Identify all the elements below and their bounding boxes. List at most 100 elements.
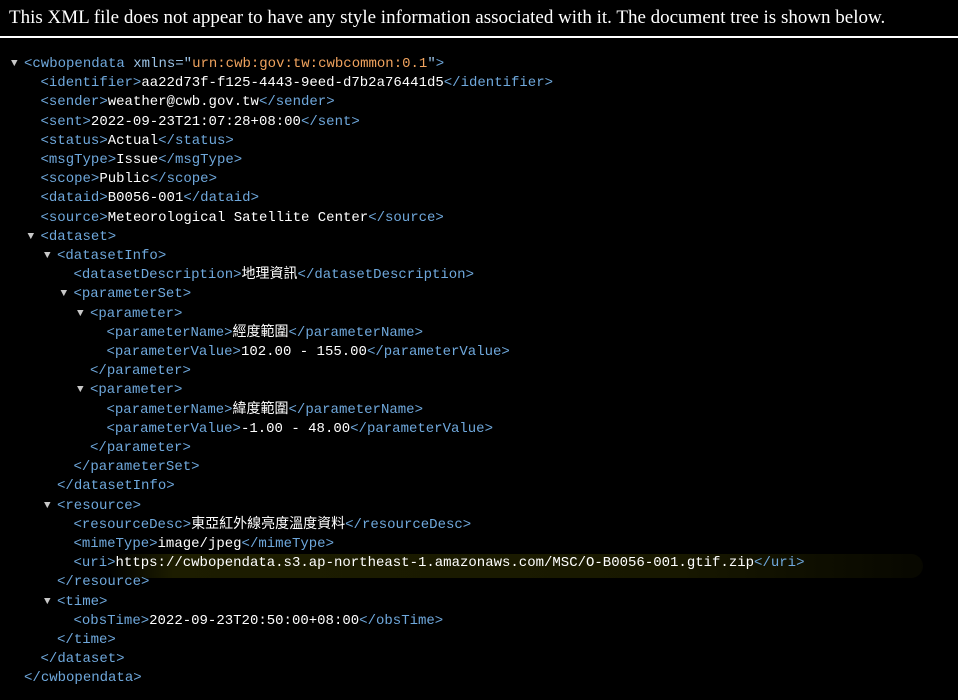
- tag-bracket: >: [182, 516, 192, 533]
- tag-bracket: <: [40, 152, 49, 168]
- collapse-toggle-icon[interactable]: ▼: [28, 228, 41, 247]
- tag-bracket: </: [297, 267, 315, 284]
- collapse-toggle-icon[interactable]: ▼: [44, 593, 57, 612]
- element-text: aa22d73f-f125-4443-9eed-d7b2a76441d5: [141, 75, 444, 92]
- collapse-toggle-icon[interactable]: ▼: [44, 247, 57, 266]
- xml-line-parameterName: <parameterName>經度範圍</parameterName>: [107, 324, 423, 343]
- xml-line-sender: <sender>weather@cwb.gov.tw</sender>: [41, 93, 335, 112]
- tag-bracket: >: [107, 555, 116, 572]
- tag-bracket: </: [183, 190, 201, 207]
- closing-tag-name: parameterSet: [90, 459, 192, 476]
- collapse-toggle-icon[interactable]: ▼: [77, 381, 90, 400]
- tag-bracket: >: [435, 56, 445, 72]
- closing-tag-name: time: [73, 632, 108, 648]
- element-text: Meteorological Satellite Center: [107, 209, 369, 226]
- closing-tag-name: dataid: [200, 190, 251, 207]
- tag-bracket: >: [99, 190, 108, 207]
- tag-bracket: </: [158, 132, 175, 149]
- element-text: Issue: [116, 152, 159, 168]
- attribute-name: xmlns: [133, 56, 176, 72]
- tag-bracket: </: [241, 536, 259, 552]
- tag-name: obsTime: [81, 612, 141, 629]
- tag-bracket: >: [182, 286, 192, 303]
- xml-line-parameterValue: <parameterValue>102.00 - 155.00</paramet…: [107, 343, 510, 362]
- closing-tag-name: parameterName: [305, 324, 415, 341]
- xml-line-time: </time>: [57, 631, 116, 650]
- collapse-toggle-icon[interactable]: ▼: [61, 285, 74, 304]
- closing-tag-name: obsTime: [375, 612, 435, 629]
- collapse-toggle-icon[interactable]: ▼: [11, 55, 24, 74]
- xml-line-obsTime: <obsTime>2022-09-23T20:50:00+08:00</obsT…: [74, 612, 444, 631]
- tag-bracket: <: [73, 267, 82, 284]
- xml-line-resource: </resource>: [57, 573, 149, 592]
- tag-bracket: <: [40, 228, 49, 245]
- tag-bracket: </: [57, 478, 74, 495]
- tag-bracket: >: [435, 209, 444, 226]
- element-text: https://cwbopendata.s3.ap-northeast-1.am…: [115, 555, 755, 572]
- tag-bracket: <: [40, 94, 49, 111]
- tag-bracket: </: [754, 555, 771, 572]
- tag-name: dataset: [48, 228, 108, 245]
- closing-tag-name: uri: [770, 555, 797, 572]
- closing-tag-name: identifier: [460, 75, 545, 92]
- tag-bracket: >: [225, 132, 234, 149]
- tag-name: parameterValue: [114, 344, 233, 360]
- xml-line-parameter: ▼ <parameter>: [77, 305, 182, 324]
- tag-bracket: >: [232, 344, 241, 360]
- tag-bracket: <: [73, 286, 82, 303]
- closing-tag-name: parameter: [106, 363, 183, 380]
- style-info-banner: This XML file does not appear to have an…: [9, 7, 886, 28]
- xml-line-parameter: </parameter>: [90, 439, 191, 458]
- tag-bracket: >: [325, 536, 334, 552]
- tag-bracket: >: [174, 382, 183, 399]
- tag-bracket: >: [224, 401, 233, 418]
- tag-bracket: >: [132, 497, 142, 514]
- tag-bracket: >: [224, 324, 233, 341]
- xml-line-dataid: <dataid>B0056-001</dataid>: [41, 189, 260, 208]
- tag-bracket: <: [106, 344, 115, 360]
- tag-bracket: >: [166, 478, 175, 495]
- closing-tag-name: dataset: [57, 651, 117, 668]
- xml-line-scope: <scope>Public</scope>: [41, 170, 217, 189]
- element-text: 102.00 - 155.00: [240, 344, 367, 360]
- xml-line-status: <status>Actual</status>: [41, 132, 234, 151]
- tag-bracket: </: [368, 209, 385, 226]
- tag-name: source: [48, 209, 100, 226]
- collapse-toggle-icon[interactable]: ▼: [77, 305, 90, 324]
- tag-bracket: >: [107, 152, 117, 168]
- tag-name: sender: [48, 94, 100, 111]
- tag-name: msgType: [48, 152, 108, 168]
- tag-bracket: >: [484, 420, 493, 437]
- tag-name: identifier: [48, 75, 133, 92]
- xml-line-parameter: </parameter>: [90, 362, 191, 381]
- tag-bracket: </: [158, 152, 175, 168]
- tag-bracket: >: [232, 420, 241, 437]
- closing-tag-name: cwbopendata: [40, 670, 134, 687]
- tag-name: sent: [48, 113, 83, 130]
- collapse-toggle-icon[interactable]: ▼: [44, 497, 57, 516]
- xml-line-msgType: <msgType>Issue</msgType>: [41, 151, 243, 170]
- xml-line-resourceDesc: <resourceDesc>東亞紅外線亮度溫度資料</resourceDesc>: [74, 516, 472, 535]
- element-text: 緯度範圍: [232, 401, 289, 418]
- tag-bracket: >: [140, 612, 150, 629]
- tag-bracket: >: [434, 612, 444, 629]
- tag-name: parameter: [98, 382, 175, 399]
- xml-line-cwbopendata: </cwbopendata>: [24, 669, 142, 688]
- xml-line-resource: ▼ <resource>: [44, 497, 141, 516]
- tag-bracket: <: [40, 190, 49, 207]
- element-text: -1.00 - 48.00: [240, 420, 351, 437]
- xml-line-dataset: ▼ <dataset>: [28, 228, 117, 247]
- tag-bracket: </: [258, 94, 276, 111]
- xml-line-time: ▼ <time>: [44, 593, 107, 612]
- xml-line-parameterValue: <parameterValue>-1.00 - 48.00</parameter…: [107, 420, 494, 439]
- xml-line-dataset: </dataset>: [41, 650, 125, 669]
- tag-bracket: <: [40, 75, 49, 92]
- tag-bracket: >: [208, 171, 217, 188]
- tag-bracket: >: [133, 670, 142, 687]
- closing-tag-name: datasetInfo: [73, 478, 167, 495]
- element-text: image/jpeg: [157, 536, 242, 552]
- tag-name: datasetDescription: [81, 267, 234, 284]
- closing-tag-name: mimeType: [258, 536, 326, 552]
- tag-bracket: <: [40, 171, 49, 188]
- tag-bracket: </: [359, 612, 376, 629]
